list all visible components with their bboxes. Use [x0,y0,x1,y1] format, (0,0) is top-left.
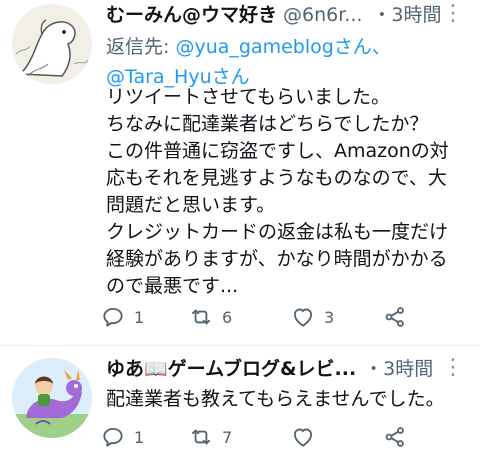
reply-count: 1 [134,307,145,327]
reply-prefix: 返信先: [106,36,176,58]
reply-icon [103,427,123,447]
user-handle[interactable]: @6n6r... [283,4,362,26]
tweet-text-line: 経験がありますが、かなり時間がかかる [106,248,448,270]
retweet-button[interactable]: 6 [188,302,232,332]
heart-icon [293,308,313,327]
retweet-icon [191,429,211,445]
share-button[interactable] [382,302,408,332]
avatar-dragon-image [12,358,92,438]
tweet-text-line: この件普通に窃盗ですし、Amazonの対 [106,140,449,162]
timestamp[interactable]: ・3時間 [364,358,433,380]
tweet-header: むーみん@ウマ好き @6n6r... ・3時間 [106,2,442,28]
reply-button[interactable]: 1 [100,302,144,332]
tweet-text-line: 応もそれを見逃すようなものなので、大 [106,167,447,189]
display-name[interactable]: むーみん@ウマ好き [106,4,277,26]
tweet-1[interactable]: むーみん@ウマ好き @6n6r... ・3時間 ⋮ 返信先: @yua_gamebl… [0,0,480,346]
like-button[interactable] [290,422,324,452]
tweet-header: ゆあ📖ゲームブログ&レビ... ・3時間 [106,356,433,382]
tweet-actions: 1 6 3 [100,302,430,332]
retweet-count: 7 [222,427,233,447]
retweet-icon [191,309,211,325]
tweet-text: 配達業者も教えてもらえませんでした。 [106,386,470,413]
reply-mention-1[interactable]: @yua_gameblogさん [175,36,371,58]
timestamp[interactable]: ・3時間 [372,4,441,26]
share-icon [385,307,404,327]
share-button[interactable] [382,422,408,452]
reply-separator: 、 [371,36,391,58]
reply-context: 返信先: @yua_gameblogさん、 @Tara_Hyuさん [106,32,391,92]
display-name[interactable]: ゆあ📖ゲームブログ&レビ... [106,358,356,380]
more-icon[interactable]: ⋮ [440,357,466,379]
tweet-text-line: ちなみに配達業者はどちらでしたか？ [106,113,429,135]
reply-icon [103,307,123,327]
tweet-text-line: クレジットカードの返金は私も一度だけ [106,221,449,243]
tweet-text-line: 配達業者も教えてもらえませんでした。 [106,388,445,410]
tweet-actions: 1 7 [100,422,430,452]
tweet-text-line: 問題だと思います。 [106,194,276,216]
tweet-text-line: リツイートさせてもらいました。 [106,86,391,108]
heart-icon [293,428,313,447]
reply-button[interactable]: 1 [100,422,144,452]
more-icon[interactable]: ⋮ [440,3,466,25]
like-count: 3 [324,307,335,327]
tweet-text-line: ので最悪です... [106,275,239,297]
avatar[interactable] [12,358,92,438]
avatar[interactable] [12,4,92,84]
retweet-count: 6 [222,307,233,327]
share-icon [385,427,404,447]
reply-count: 1 [134,427,145,447]
tweet-text: リツイートさせてもらいました。 ちなみに配達業者はどちらでしたか？ この件普通に… [106,84,470,300]
avatar-moomin-image [12,4,92,84]
retweet-button[interactable]: 7 [188,422,232,452]
like-button[interactable]: 3 [290,302,334,332]
